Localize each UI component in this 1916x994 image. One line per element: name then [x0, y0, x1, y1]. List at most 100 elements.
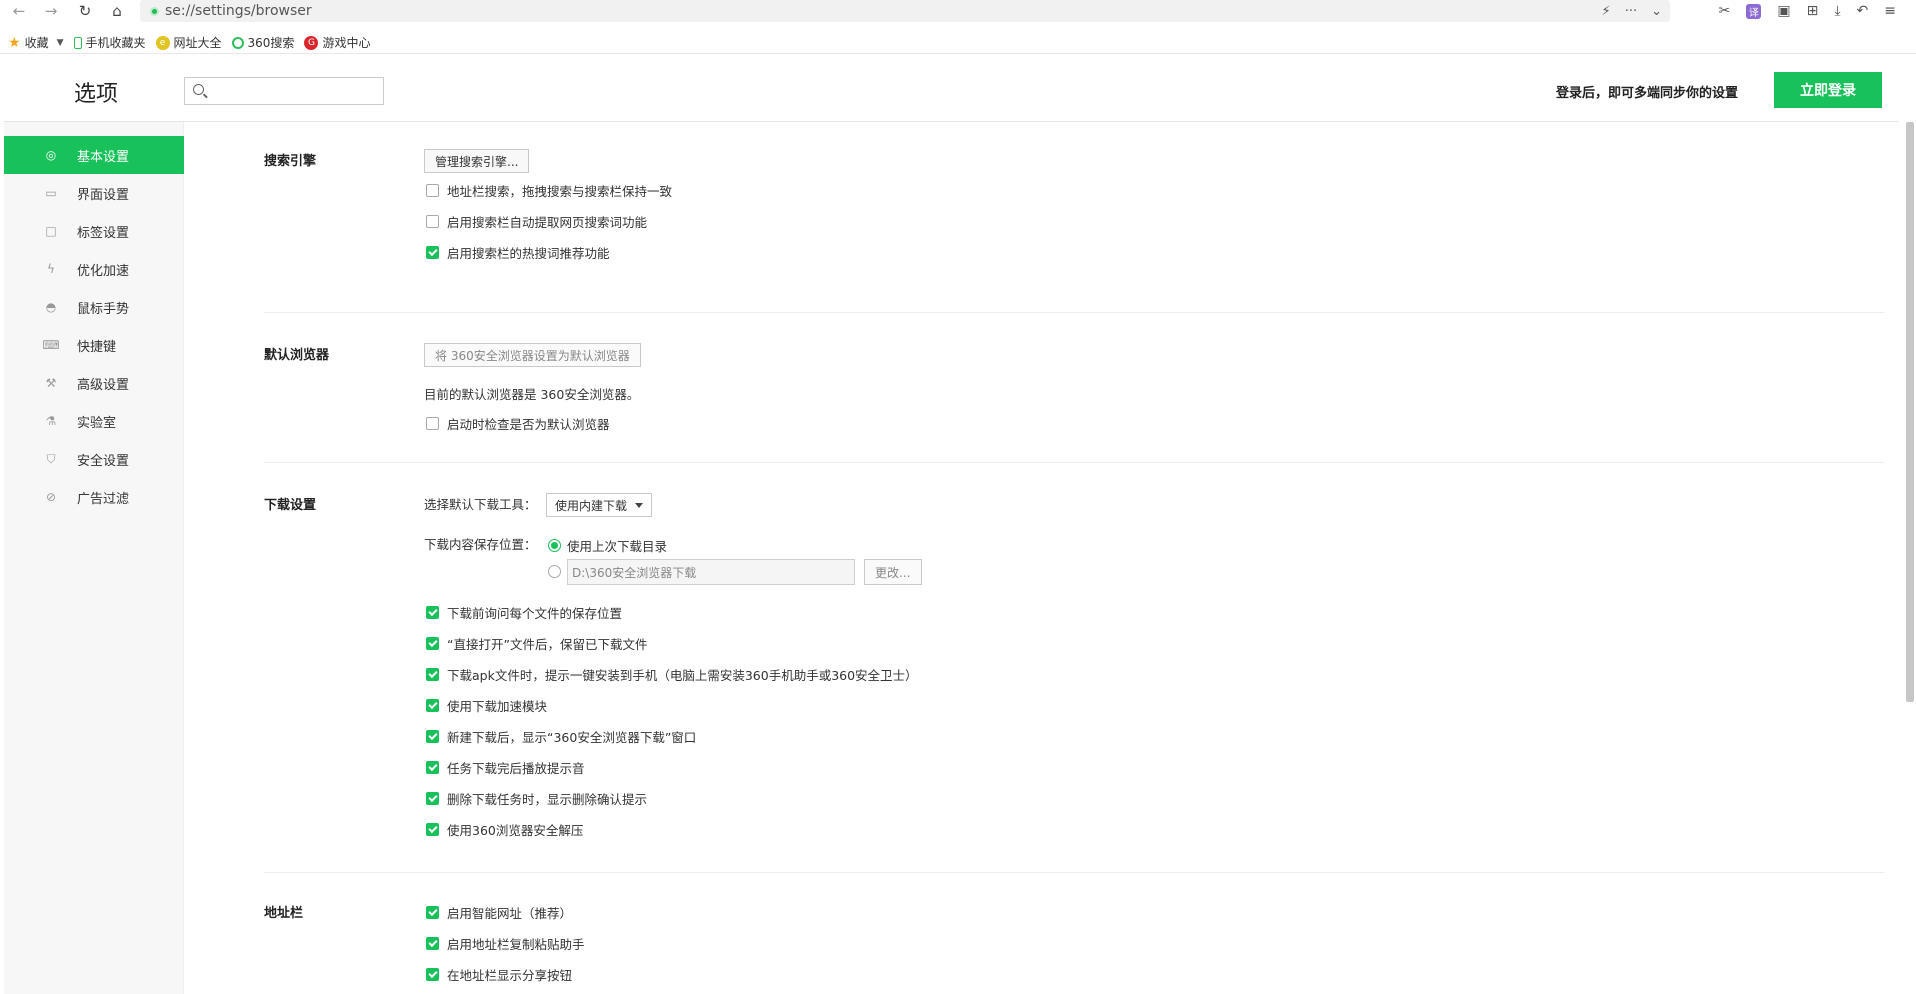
- checkbox-search-sync[interactable]: 地址栏搜索，拖拽搜索与搜索栏保持一致: [426, 181, 672, 200]
- checkbox[interactable]: [426, 215, 439, 228]
- sidebar-item-basic[interactable]: ◎ 基本设置: [4, 136, 184, 174]
- radio-last-directory[interactable]: 使用上次下载目录: [548, 536, 667, 555]
- phone-icon: [73, 36, 82, 49]
- so-icon: [231, 36, 244, 49]
- lightning-icon[interactable]: ⚡: [1602, 4, 1611, 19]
- sidebar-item-adblock[interactable]: ⊘ 广告过滤: [4, 478, 184, 516]
- back-icon[interactable]: ←: [8, 0, 30, 22]
- checkbox-check-default[interactable]: 启动时检查是否为默认浏览器: [426, 414, 610, 433]
- bookmark-favorites[interactable]: ★ 收藏 ▼: [8, 34, 64, 51]
- settings-search[interactable]: [184, 77, 384, 105]
- divider: [264, 312, 1884, 313]
- home-icon[interactable]: ⌂: [106, 0, 128, 22]
- more-icon[interactable]: ···: [1625, 4, 1637, 19]
- checkbox-auto-extract[interactable]: 启用搜索栏自动提取网页搜索词功能: [426, 212, 647, 231]
- translate-icon[interactable]: 译: [1746, 3, 1762, 19]
- checkbox-hot-search[interactable]: 启用搜索栏的热搜词推荐功能: [426, 243, 610, 262]
- checkbox-checked[interactable]: [426, 937, 439, 950]
- checkbox-delete-confirm[interactable]: 删除下载任务时，显示删除确认提示: [426, 789, 647, 808]
- sidebar-item-lab[interactable]: ⚗ 实验室: [4, 402, 184, 440]
- forward-icon[interactable]: →: [40, 0, 62, 22]
- download-path-input[interactable]: D:\360安全浏览器下载: [567, 559, 855, 585]
- wrench-icon: ⚒: [45, 376, 57, 390]
- checkbox-checked[interactable]: [426, 906, 439, 919]
- keyboard-icon: ⌨: [42, 338, 60, 352]
- flask-icon: ⚗: [45, 414, 57, 428]
- checkbox-checked[interactable]: [426, 761, 439, 774]
- divider: [264, 872, 1884, 873]
- search-input[interactable]: [211, 82, 377, 100]
- dropdown-arrow-icon: [635, 502, 644, 508]
- checkbox[interactable]: [426, 184, 439, 197]
- url-text: se://settings/browser: [165, 3, 312, 19]
- checkbox-apk-install[interactable]: 下载apk文件时，提示一键安装到手机（电脑上需安装360手机助手或360安全卫士…: [426, 665, 918, 684]
- settings-sidebar: ◎ 基本设置 ▭ 界面设置 □ 标签设置 ϟ 优化加速 ◓ 鼠标手势 ⌨ 快捷键…: [4, 122, 184, 994]
- browser-toolbar: ← → ↻ ⌂ se://settings/browser ⚡ ··· ⌄ ✂ …: [0, 0, 1916, 22]
- checkbox-checked[interactable]: [426, 968, 439, 981]
- bookmark-nav-site[interactable]: e 网址大全: [155, 34, 222, 51]
- section-title-default-browser: 默认浏览器: [264, 348, 330, 363]
- checkbox-keep-opened[interactable]: “直接打开”文件后，保留已下载文件: [426, 634, 647, 653]
- checkbox-accelerate[interactable]: 使用下载加速模块: [426, 696, 547, 715]
- undo-icon[interactable]: ↶: [1857, 3, 1869, 19]
- sidebar-item-interface[interactable]: ▭ 界面设置: [4, 174, 184, 212]
- login-button[interactable]: 立即登录: [1774, 72, 1882, 108]
- checkbox-safe-unzip[interactable]: 使用360浏览器安全解压: [426, 820, 583, 839]
- checkbox-checked[interactable]: [426, 699, 439, 712]
- checkbox-checked[interactable]: [426, 792, 439, 805]
- radio[interactable]: [548, 565, 561, 578]
- reader-icon[interactable]: ▣: [1777, 3, 1790, 19]
- checkbox-smart-url[interactable]: 启用智能网址（推荐）: [426, 903, 572, 922]
- sidebar-item-advanced[interactable]: ⚒ 高级设置: [4, 364, 184, 402]
- checkbox-checked[interactable]: [426, 637, 439, 650]
- checkbox-paste-helper[interactable]: 启用地址栏复制粘贴助手: [426, 934, 585, 953]
- search-icon: [193, 84, 204, 95]
- menu-icon[interactable]: ≡: [1884, 3, 1896, 19]
- sidebar-item-security[interactable]: ⛉ 安全设置: [4, 440, 184, 478]
- checkbox[interactable]: [426, 417, 439, 430]
- divider: [264, 462, 1884, 463]
- checkbox-checked[interactable]: [426, 730, 439, 743]
- bookmark-360-search[interactable]: 360搜索: [231, 34, 294, 51]
- checkbox-checked[interactable]: [426, 668, 439, 681]
- manage-search-engines-button[interactable]: 管理搜索引擎...: [424, 149, 530, 173]
- section-title-download: 下载设置: [264, 498, 317, 513]
- star-icon: ★: [8, 34, 21, 51]
- reload-icon[interactable]: ↻: [74, 0, 96, 22]
- bookmarks-bar: ★ 收藏 ▼ 手机收藏夹 e 网址大全 360搜索 G 游戏中心: [0, 32, 1916, 54]
- chevron-down-icon[interactable]: ⌄: [1651, 4, 1662, 19]
- sidebar-item-optimize[interactable]: ϟ 优化加速: [4, 250, 184, 288]
- secure-icon: [150, 6, 159, 16]
- download-icon[interactable]: ⤓: [1834, 3, 1840, 19]
- window-icon: ▭: [45, 186, 57, 200]
- address-bar[interactable]: se://settings/browser ⚡ ··· ⌄: [140, 0, 1670, 22]
- section-title-search: 搜索引擎: [264, 154, 317, 169]
- checkbox-checked[interactable]: [426, 606, 439, 619]
- bookmark-game-center[interactable]: G 游戏中心: [304, 34, 370, 51]
- block-icon: ⊘: [45, 490, 57, 504]
- checkbox-show-window[interactable]: 新建下载后，显示“360安全浏览器下载”窗口: [426, 727, 696, 746]
- page-scrollbar[interactable]: [1906, 122, 1914, 702]
- checkbox-share-button[interactable]: 在地址栏显示分享按钮: [426, 965, 572, 984]
- checkbox-checked[interactable]: [426, 823, 439, 836]
- set-default-browser-button[interactable]: 将 360安全浏览器设置为默认浏览器: [424, 343, 641, 367]
- download-tool-label: 选择默认下载工具：: [424, 497, 537, 512]
- tab-icon: □: [45, 224, 57, 238]
- game-icon: G: [304, 35, 319, 50]
- download-tool-select[interactable]: 使用内建下载: [546, 493, 653, 517]
- shield-icon: ⛉: [46, 451, 56, 466]
- checkbox-checked[interactable]: [426, 246, 439, 259]
- sidebar-item-mouse-gesture[interactable]: ◓ 鼠标手势: [4, 288, 184, 326]
- sidebar-item-tabs[interactable]: □ 标签设置: [4, 212, 184, 250]
- checkbox-play-sound[interactable]: 任务下载完后播放提示音: [426, 758, 585, 777]
- bookmark-mobile[interactable]: 手机收藏夹: [73, 34, 146, 51]
- caret-down-icon: ▼: [56, 37, 64, 48]
- sidebar-item-shortcuts[interactable]: ⌨ 快捷键: [4, 326, 184, 364]
- sync-hint: 登录后，即可多端同步你的设置: [1556, 86, 1739, 101]
- apps-grid-icon[interactable]: ⊞: [1807, 3, 1819, 19]
- change-path-button[interactable]: 更改...: [864, 559, 922, 585]
- radio-custom-path[interactable]: [548, 565, 567, 578]
- radio-checked[interactable]: [548, 539, 561, 552]
- scissors-icon[interactable]: ✂: [1719, 3, 1731, 19]
- checkbox-ask-location[interactable]: 下载前询问每个文件的保存位置: [426, 603, 622, 622]
